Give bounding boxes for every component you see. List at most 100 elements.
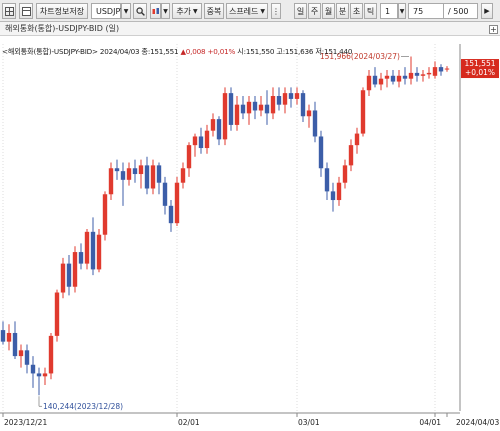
grid-icon (4, 6, 14, 16)
candle-down (144, 165, 150, 189)
candle-down (30, 364, 36, 374)
interval-input[interactable]: 1 (380, 3, 398, 19)
chevron-down-icon: ▼ (163, 7, 168, 15)
candle-down (276, 96, 282, 105)
candle-down (66, 263, 72, 287)
quote-info-suffix: 시:151,550 고:151,636 저:151,440 (237, 47, 353, 56)
chart-toolbar: 차트정보저장 USDJPY ▼ ▼ 추가 ▼ 중복 스프레드 ▼ ⋮ 일 주 월… (0, 0, 500, 22)
candle-down (78, 252, 84, 264)
date-tick-label: 02/01 (178, 418, 200, 427)
candle-up (138, 165, 144, 175)
interval-dropdown[interactable]: ▼ (398, 3, 406, 19)
save-chart-info-button[interactable]: 차트정보저장 (36, 3, 88, 19)
chevron-down-icon: ▼ (193, 7, 198, 15)
add-button[interactable]: 추가 ▼ (172, 3, 202, 19)
quote-info-prefix: <해외통화(통합)-USDJPY-BID> 2024/04/03 종:151,5… (2, 47, 179, 56)
indicator-dropdown[interactable]: ▼ (161, 3, 170, 19)
candle-down (168, 205, 174, 224)
candle-down (438, 67, 444, 72)
quote-info-change: ▲0,008 +0,01% (180, 47, 236, 56)
chevron-down-icon: ▼ (399, 7, 405, 15)
candle-up (294, 93, 300, 99)
candle-up (102, 194, 108, 235)
candle-up (42, 373, 48, 377)
period-month-button[interactable]: 월 (322, 3, 335, 19)
candle-up (396, 75, 402, 82)
candle-up (150, 165, 156, 189)
candle-up (60, 263, 66, 293)
symbol-input[interactable]: USDJPY (91, 3, 125, 19)
play-icon: ▶ (484, 7, 490, 15)
candle-down (324, 168, 330, 192)
symbol-dropdown[interactable]: ▼ (121, 3, 131, 19)
candle-down (162, 182, 168, 206)
candle-up (246, 101, 252, 114)
candlestick-chart[interactable]: 151,966(2024/03/27)140,244(2023/12/28) 1… (0, 36, 500, 431)
period-tick-button[interactable]: 틱 (364, 3, 377, 19)
candle-up (210, 119, 216, 131)
period-day-button[interactable]: 일 (294, 3, 307, 19)
date-tick-label: 03/01 (298, 418, 320, 427)
candle-up (384, 75, 390, 79)
period-week-button[interactable]: 주 (308, 3, 321, 19)
candle-up (342, 165, 348, 183)
expand-button[interactable]: + (489, 25, 498, 34)
more-options-button[interactable]: ⋮ (271, 3, 281, 19)
layout-button[interactable] (19, 3, 33, 19)
chart-subtitle: 해외통화(통합)-USDJPY-BID (일) (0, 22, 500, 36)
candle-down (252, 101, 258, 111)
more-icon: ⋮ (272, 6, 280, 16)
period-minute-button[interactable]: 분 (336, 3, 349, 19)
candle-up (420, 74, 426, 76)
candle-down (318, 136, 324, 169)
chart-options-button[interactable] (2, 3, 16, 19)
candle-down (372, 75, 378, 85)
candle-up (108, 168, 114, 195)
search-button[interactable] (133, 3, 147, 19)
candle-up (348, 145, 354, 166)
period-second-button[interactable]: 초 (350, 3, 363, 19)
candle-down (24, 350, 30, 365)
candle-down (114, 168, 120, 172)
search-icon (135, 6, 145, 16)
date-tick-label: 2023/12/21 (4, 418, 47, 427)
candle-up (306, 110, 312, 117)
price-tag-change: +0,01% (465, 68, 495, 77)
candle-up (192, 136, 198, 146)
overlap-button[interactable]: 중복 (204, 3, 224, 19)
candle-up (432, 67, 438, 76)
candle-down (132, 168, 138, 175)
candle-down (0, 330, 6, 342)
candle-up (354, 133, 360, 146)
candle-down (90, 231, 96, 270)
candle-up (378, 78, 384, 85)
chevron-down-icon: ▼ (123, 7, 129, 15)
candle-down (330, 191, 336, 201)
candle-down (120, 171, 126, 180)
candle-down (402, 75, 408, 79)
candle-up (408, 72, 414, 79)
date-tick-label: 04/01 (419, 418, 441, 427)
candle-up (282, 93, 288, 105)
total-count: / 500 (444, 3, 478, 19)
candle-down (36, 373, 42, 377)
spread-button[interactable]: 스프레드 ▼ (226, 3, 268, 19)
layout-icon (21, 6, 31, 16)
candle-up (48, 335, 54, 374)
date-tick-label: 2024/04/03 (456, 418, 499, 427)
current-price-tag: 151,551 +0,01% (461, 59, 499, 79)
candle-down (288, 93, 294, 99)
candle-up (84, 231, 90, 264)
price-tag-value: 151,551 (464, 59, 495, 68)
candle-down (414, 72, 420, 76)
candle-down (264, 104, 270, 114)
candle-up (234, 104, 240, 125)
candle-up (96, 234, 102, 270)
candle-up (204, 130, 210, 149)
candle-up (360, 90, 366, 134)
apply-button[interactable]: ▶ (481, 3, 493, 19)
indicator-button[interactable] (150, 3, 161, 19)
candle-down (300, 93, 306, 117)
view-count-input[interactable]: 75 (408, 3, 444, 19)
candle-up (180, 168, 186, 183)
